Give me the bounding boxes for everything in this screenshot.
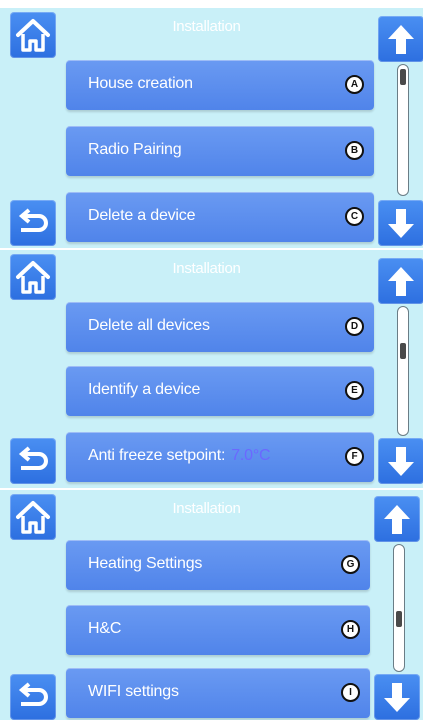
scroll-down-button[interactable] (378, 200, 423, 246)
arrow-up-icon (388, 25, 414, 54)
home-icon (16, 261, 50, 294)
arrow-down-icon (384, 683, 410, 712)
scroll-down-button[interactable] (374, 674, 420, 720)
menu-item-label: Heating Settings (88, 555, 203, 572)
menu-item-radio-pairing[interactable]: Radio Pairing B (66, 126, 374, 176)
menu-item-label: H&C (88, 620, 122, 637)
back-arrow-icon (18, 208, 48, 232)
screen-title: Installation (172, 260, 241, 277)
menu-item-delete-a-device[interactable]: Delete a device C (66, 192, 374, 242)
menu-item-label: Identify a device (88, 381, 201, 398)
menu-item-badge: B (345, 141, 364, 160)
menu-item-badge: A (345, 75, 364, 94)
back-arrow-icon (18, 682, 48, 706)
arrow-up-icon (388, 267, 414, 296)
menu-item-house-creation[interactable]: House creation A (66, 60, 374, 110)
menu-item-badge: F (345, 447, 364, 466)
menu-item-label: Radio Pairing (88, 141, 182, 158)
scroll-up-button[interactable] (378, 16, 423, 62)
scrollbar-thumb[interactable] (396, 611, 402, 627)
scroll-up-button[interactable] (378, 258, 423, 304)
back-button[interactable] (10, 674, 56, 720)
back-button[interactable] (10, 200, 56, 246)
menu-item-badge: G (341, 555, 360, 574)
setpoint-value: 7.0°C (231, 447, 271, 464)
home-button[interactable] (10, 12, 56, 58)
menu-item-label: House creation (88, 75, 193, 92)
menu-item-heating-settings[interactable]: Heating Settings G (66, 540, 370, 590)
menu-item-label: Anti freeze setpoint: 7.0°C (88, 447, 271, 465)
menu-item-badge: C (345, 207, 364, 226)
scrollbar[interactable] (397, 306, 409, 436)
home-button[interactable] (10, 494, 56, 540)
menu-item-label: WIFI settings (88, 683, 179, 700)
home-button[interactable] (10, 254, 56, 300)
arrow-down-icon (388, 447, 414, 476)
scrollbar[interactable] (393, 544, 405, 672)
setpoint-label: Anti freeze setpoint: (88, 447, 226, 464)
menu-item-identify-a-device[interactable]: Identify a device E (66, 366, 374, 416)
home-icon (16, 19, 50, 52)
menu-item-wifi-settings[interactable]: WIFI settings I (66, 668, 370, 718)
screen-title: Installation (172, 500, 241, 517)
menu-item-label: Delete all devices (88, 317, 210, 334)
menu-item-badge: H (341, 620, 360, 639)
scrollbar-thumb[interactable] (400, 343, 406, 359)
menu-item-badge: E (345, 381, 364, 400)
scrollbar[interactable] (397, 64, 409, 196)
menu-item-label: Delete a device (88, 207, 196, 224)
menu-item-h-and-c[interactable]: H&C H (66, 605, 370, 655)
home-icon (16, 501, 50, 534)
back-arrow-icon (18, 446, 48, 470)
scroll-down-button[interactable] (378, 438, 423, 484)
arrow-down-icon (388, 209, 414, 238)
scrollbar-thumb[interactable] (400, 69, 406, 85)
menu-item-delete-all-devices[interactable]: Delete all devices D (66, 302, 374, 352)
installation-screen-3: Installation Heating Settings G H&C H WI… (0, 490, 423, 720)
arrow-up-icon (384, 505, 410, 534)
installation-screen-2: Installation Delete all devices D Identi… (0, 250, 423, 488)
screen-title: Installation (172, 18, 241, 35)
installation-screen-1: Installation House creation A Radio Pair… (0, 8, 423, 248)
menu-item-badge: D (345, 317, 364, 336)
scroll-up-button[interactable] (374, 496, 420, 542)
back-button[interactable] (10, 438, 56, 484)
menu-item-badge: I (341, 683, 360, 702)
menu-item-anti-freeze-setpoint[interactable]: Anti freeze setpoint: 7.0°C F (66, 432, 374, 482)
